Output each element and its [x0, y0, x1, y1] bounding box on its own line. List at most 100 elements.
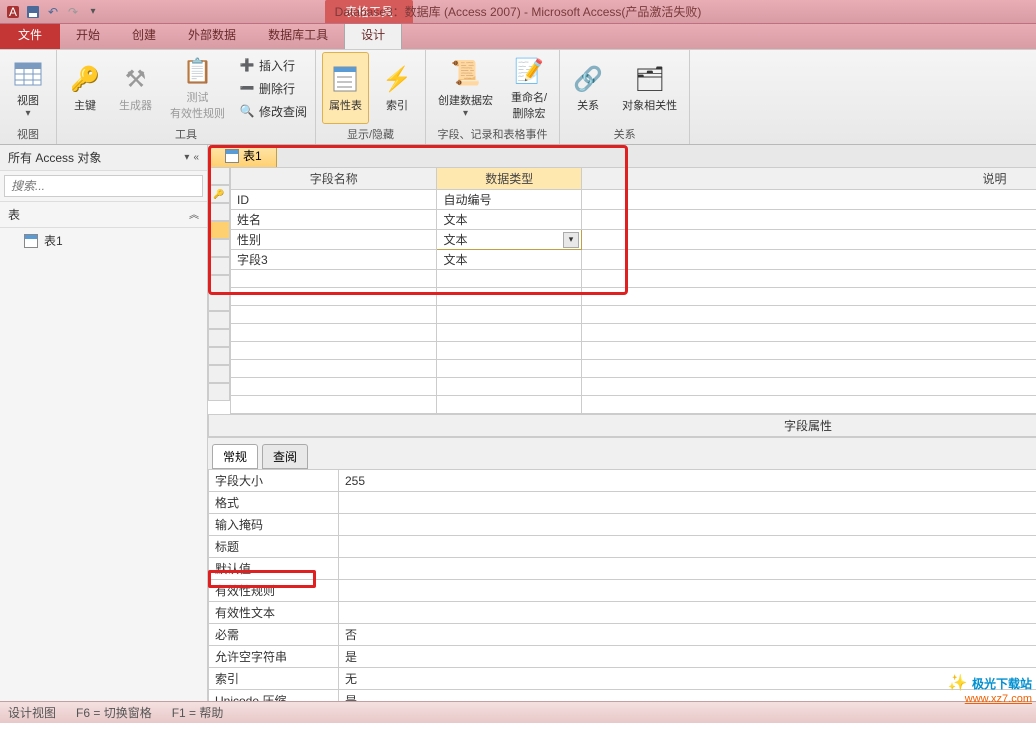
property-row[interactable]: 格式	[209, 492, 1036, 514]
table-icon	[225, 149, 239, 163]
property-name[interactable]: 输入掩码	[209, 514, 339, 536]
property-row[interactable]: Unicode 压缩是	[209, 690, 1036, 702]
collapse-icon[interactable]: ︽	[189, 206, 199, 223]
undo-icon[interactable]: ↶	[44, 3, 62, 21]
datamacro-button[interactable]: 📜 创建数据宏 ▾	[432, 52, 499, 124]
tab-file[interactable]: 文件	[0, 20, 60, 49]
row-selector[interactable]	[208, 203, 230, 221]
prop-tab-lookup[interactable]: 查阅	[262, 444, 308, 469]
property-name[interactable]: 必需	[209, 624, 339, 646]
col-header-type[interactable]: 数据类型	[437, 168, 582, 190]
property-value[interactable]: 是	[339, 690, 1036, 702]
property-name[interactable]: 有效性文本	[209, 602, 339, 624]
header-selector[interactable]	[208, 167, 230, 185]
search-box[interactable]	[0, 171, 207, 202]
row-selector[interactable]	[208, 275, 230, 293]
property-row[interactable]: 索引无	[209, 668, 1036, 690]
property-name[interactable]: 默认值	[209, 558, 339, 580]
row-selector[interactable]	[208, 329, 230, 347]
delete-row-icon: ➖	[239, 80, 255, 96]
rename-button[interactable]: 📝 重命名/ 删除宏	[505, 52, 553, 124]
property-value[interactable]	[339, 580, 1036, 602]
field-type-dropdown[interactable]: 文本	[437, 230, 582, 250]
row-selector[interactable]	[208, 311, 230, 329]
field-name-cell[interactable]: 姓名	[231, 210, 437, 230]
property-row[interactable]: 默认值	[209, 558, 1036, 580]
property-row[interactable]: 输入掩码	[209, 514, 1036, 536]
tab-dbtools[interactable]: 数据库工具	[252, 20, 344, 49]
row-selector[interactable]	[208, 365, 230, 383]
field-desc-cell[interactable]	[582, 250, 1036, 270]
row-selector[interactable]	[208, 221, 230, 239]
doc-tab-table1[interactable]: 表1	[210, 145, 277, 167]
property-name[interactable]: Unicode 压缩	[209, 690, 339, 702]
redo-icon[interactable]: ↷	[64, 3, 82, 21]
section-tables[interactable]: 表 ︽	[0, 202, 207, 228]
property-value[interactable]	[339, 492, 1036, 514]
field-type-cell[interactable]: 自动编号	[437, 190, 582, 210]
property-value[interactable]: 无	[339, 668, 1036, 690]
field-name-cell[interactable]: 字段3	[231, 250, 437, 270]
property-value[interactable]: 255	[339, 470, 1036, 492]
field-desc-cell[interactable]	[582, 230, 1036, 250]
field-name-cell[interactable]: 性别	[231, 230, 437, 250]
row-selector[interactable]	[208, 347, 230, 365]
field-desc-cell[interactable]	[582, 210, 1036, 230]
property-row[interactable]: 标题	[209, 536, 1036, 558]
property-row[interactable]: 必需否	[209, 624, 1036, 646]
tab-home[interactable]: 开始	[60, 20, 116, 49]
field-type-cell[interactable]: 文本	[437, 210, 582, 230]
prop-tab-general[interactable]: 常规	[212, 444, 258, 469]
property-value[interactable]	[339, 602, 1036, 624]
tab-create[interactable]: 创建	[116, 20, 172, 49]
property-row[interactable]: 字段大小255	[209, 470, 1036, 492]
tab-external[interactable]: 外部数据	[172, 20, 252, 49]
objdep-button[interactable]: 🗂 对象相关性	[616, 52, 683, 124]
property-row[interactable]: 有效性规则	[209, 580, 1036, 602]
property-name[interactable]: 允许空字符串	[209, 646, 339, 668]
test-button[interactable]: 📋 测试 有效性规则	[164, 52, 231, 124]
insert-rows-button[interactable]: ➕插入行	[237, 55, 309, 76]
nav-dropdown-icon[interactable]: ▾«	[184, 152, 199, 163]
row-selector[interactable]	[208, 185, 230, 203]
property-value[interactable]: 否	[339, 624, 1036, 646]
primary-key-button[interactable]: 🔑 主键	[63, 52, 107, 124]
property-value[interactable]	[339, 514, 1036, 536]
modify-lookup-button[interactable]: 🔍修改查阅	[237, 101, 309, 122]
builder-button[interactable]: ⚒ 生成器	[113, 52, 158, 124]
index-button[interactable]: ⚡ 索引	[375, 52, 419, 124]
property-name[interactable]: 格式	[209, 492, 339, 514]
row-selector[interactable]	[208, 293, 230, 311]
col-header-name[interactable]: 字段名称	[231, 168, 437, 190]
relationships-button[interactable]: 🔗 关系	[566, 52, 610, 124]
property-value[interactable]	[339, 558, 1036, 580]
property-value[interactable]	[339, 536, 1036, 558]
property-name[interactable]: 有效性规则	[209, 580, 339, 602]
row-selector[interactable]	[208, 239, 230, 257]
delete-rows-button[interactable]: ➖删除行	[237, 78, 309, 99]
view-button[interactable]: 视图 ▾	[6, 52, 50, 124]
propsheet-button[interactable]: 属性表	[322, 52, 369, 124]
col-header-desc[interactable]: 说明	[582, 168, 1036, 190]
field-row	[231, 324, 1036, 342]
field-desc-cell[interactable]	[582, 190, 1036, 210]
field-grid[interactable]: 字段名称 数据类型 说明 ID自动编号 姓名文本 性别文本 字段3文本	[208, 167, 1036, 414]
field-type-cell[interactable]: 文本	[437, 250, 582, 270]
save-icon[interactable]	[24, 3, 42, 21]
property-name[interactable]: 字段大小	[209, 470, 339, 492]
row-selector[interactable]	[208, 383, 230, 401]
qat-dropdown-icon[interactable]: ▾	[84, 3, 102, 21]
search-input[interactable]	[4, 175, 203, 197]
property-row[interactable]: 有效性文本	[209, 602, 1036, 624]
field-grid-wrap: 字段名称 数据类型 说明 ID自动编号 姓名文本 性别文本 字段3文本	[208, 167, 1036, 414]
property-name[interactable]: 标题	[209, 536, 339, 558]
property-value[interactable]: 是	[339, 646, 1036, 668]
table-icon	[24, 234, 38, 248]
row-selector[interactable]	[208, 257, 230, 275]
nav-header[interactable]: 所有 Access 对象 ▾«	[0, 145, 207, 171]
property-name[interactable]: 索引	[209, 668, 339, 690]
property-table[interactable]: 字段大小255格式输入掩码标题默认值有效性规则有效性文本必需否允许空字符串是索引…	[208, 469, 1036, 701]
property-row[interactable]: 允许空字符串是	[209, 646, 1036, 668]
sidebar-item-table1[interactable]: 表1	[0, 228, 207, 253]
field-name-cell[interactable]: ID	[231, 190, 437, 210]
